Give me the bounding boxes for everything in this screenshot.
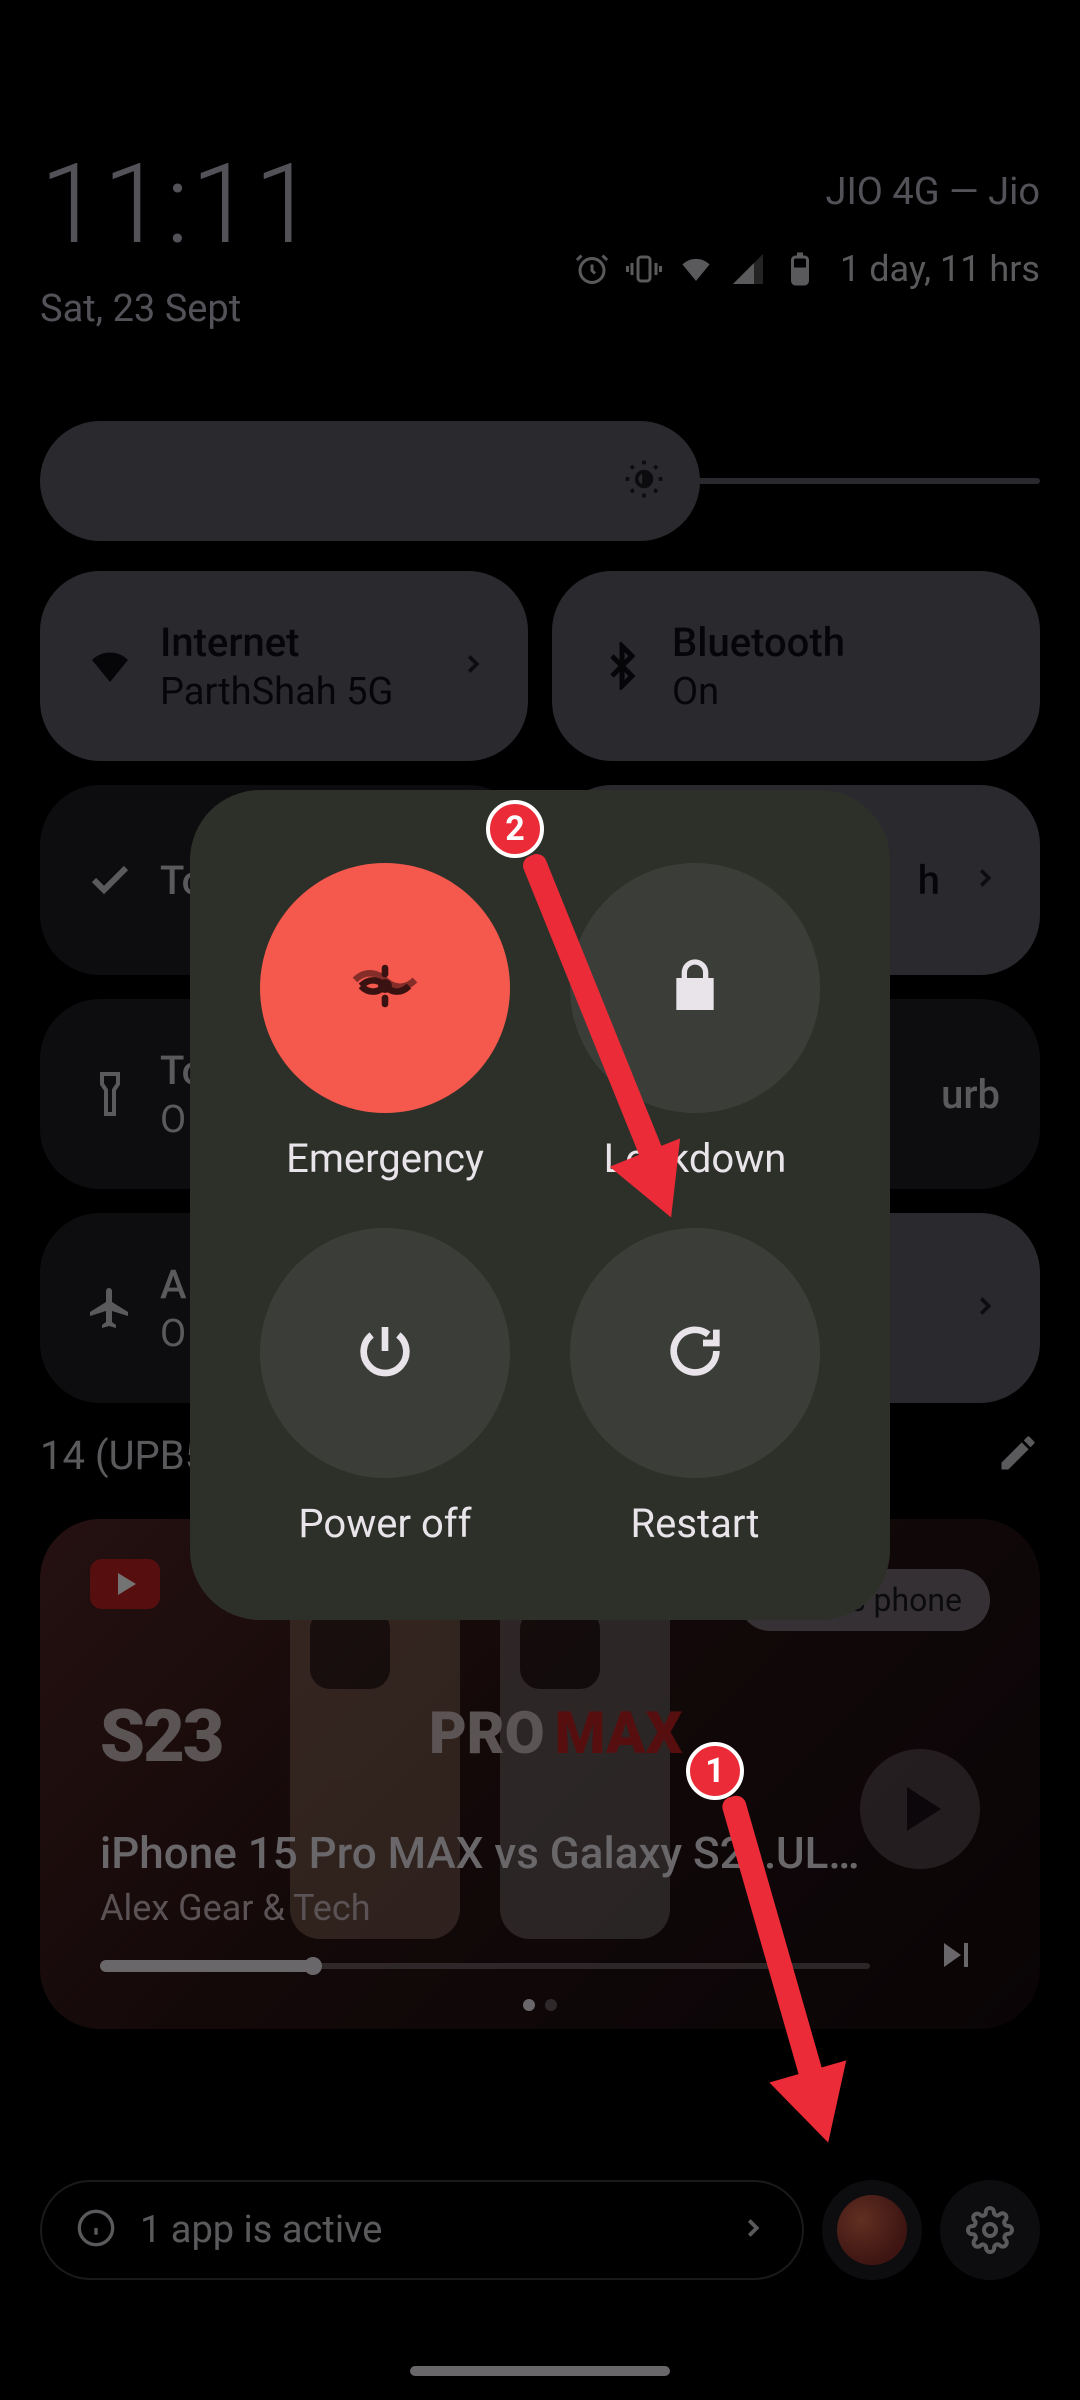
- emergency-label: Emergency: [286, 1135, 484, 1182]
- chevron-right-icon: [738, 2213, 768, 2247]
- date: Sat, 23 Sept: [40, 287, 1040, 331]
- chevron-right-icon[interactable]: [458, 649, 488, 683]
- tile-internet[interactable]: Internet ParthShah 5G: [40, 571, 528, 761]
- power-menu-power-off[interactable]: Power off: [230, 1205, 540, 1570]
- skip-next-button[interactable]: [932, 1931, 980, 1983]
- wifi-icon: [678, 251, 714, 287]
- tile-bluetooth-title: Bluetooth: [672, 619, 1000, 666]
- annotation-badge-2: 2: [486, 800, 544, 858]
- chevron-right-icon[interactable]: [970, 1291, 1000, 1325]
- battery-time-label: 1 day, 11 hrs: [840, 248, 1040, 290]
- build-number: 14 (UPB5: [40, 1432, 207, 1479]
- restart-label: Restart: [631, 1500, 760, 1547]
- brightness-slider[interactable]: [40, 421, 1040, 541]
- youtube-icon: [90, 1559, 160, 1609]
- signal-icon: [730, 251, 766, 287]
- edit-icon[interactable]: [996, 1431, 1040, 1479]
- media-author: Alex Gear & Tech: [100, 1887, 371, 1929]
- power-menu-restart[interactable]: Restart: [540, 1205, 850, 1570]
- chevron-right-icon[interactable]: [970, 863, 1000, 897]
- battery-icon: [782, 251, 818, 287]
- apps-active-chip[interactable]: 1 app is active: [40, 2180, 804, 2280]
- tile-bluetooth-sub: On: [672, 670, 1000, 714]
- vibrate-icon: [626, 251, 662, 287]
- settings-button[interactable]: [940, 2180, 1040, 2280]
- wifi-icon: [80, 642, 140, 690]
- annotation-arrow-1: [720, 1800, 920, 2180]
- checklist-icon: [80, 856, 140, 904]
- carrier-label: JIO 4G — Jio: [825, 170, 1040, 214]
- user-avatar-icon: [837, 2195, 907, 2265]
- media-page-dots: [523, 1999, 557, 2011]
- media-thumbnail: [290, 1579, 770, 2019]
- tile-internet-title: Internet: [160, 619, 458, 666]
- power-icon: [353, 1319, 417, 1387]
- user-switcher-button[interactable]: [822, 2180, 922, 2280]
- nav-gesture-bar[interactable]: [410, 2366, 670, 2376]
- tile-dnd-tail: urb: [941, 1071, 1000, 1118]
- power-menu-emergency[interactable]: Emergency: [230, 840, 540, 1205]
- tile-bluetooth[interactable]: Bluetooth On: [552, 571, 1040, 761]
- apps-active-label: 1 app is active: [140, 2208, 738, 2252]
- info-icon: [76, 2208, 116, 2252]
- brightness-icon: [622, 457, 666, 505]
- status-icons-row: 1 day, 11 hrs: [574, 248, 1040, 290]
- power-off-label: Power off: [298, 1500, 471, 1547]
- alarm-icon: [574, 251, 610, 287]
- annotation-badge-1: 1: [686, 1742, 744, 1800]
- emergency-icon: [349, 950, 421, 1026]
- tile-row2-right-tail: h: [918, 857, 940, 904]
- flashlight-icon: [80, 1070, 140, 1118]
- tile-internet-sub: ParthShah 5G: [160, 670, 458, 714]
- annotation-arrow-2: [520, 860, 700, 1240]
- restart-icon: [663, 1319, 727, 1387]
- airplane-icon: [80, 1284, 140, 1332]
- media-overlay-text: S23 PROMAX: [100, 1694, 223, 1779]
- bluetooth-icon: [592, 642, 652, 690]
